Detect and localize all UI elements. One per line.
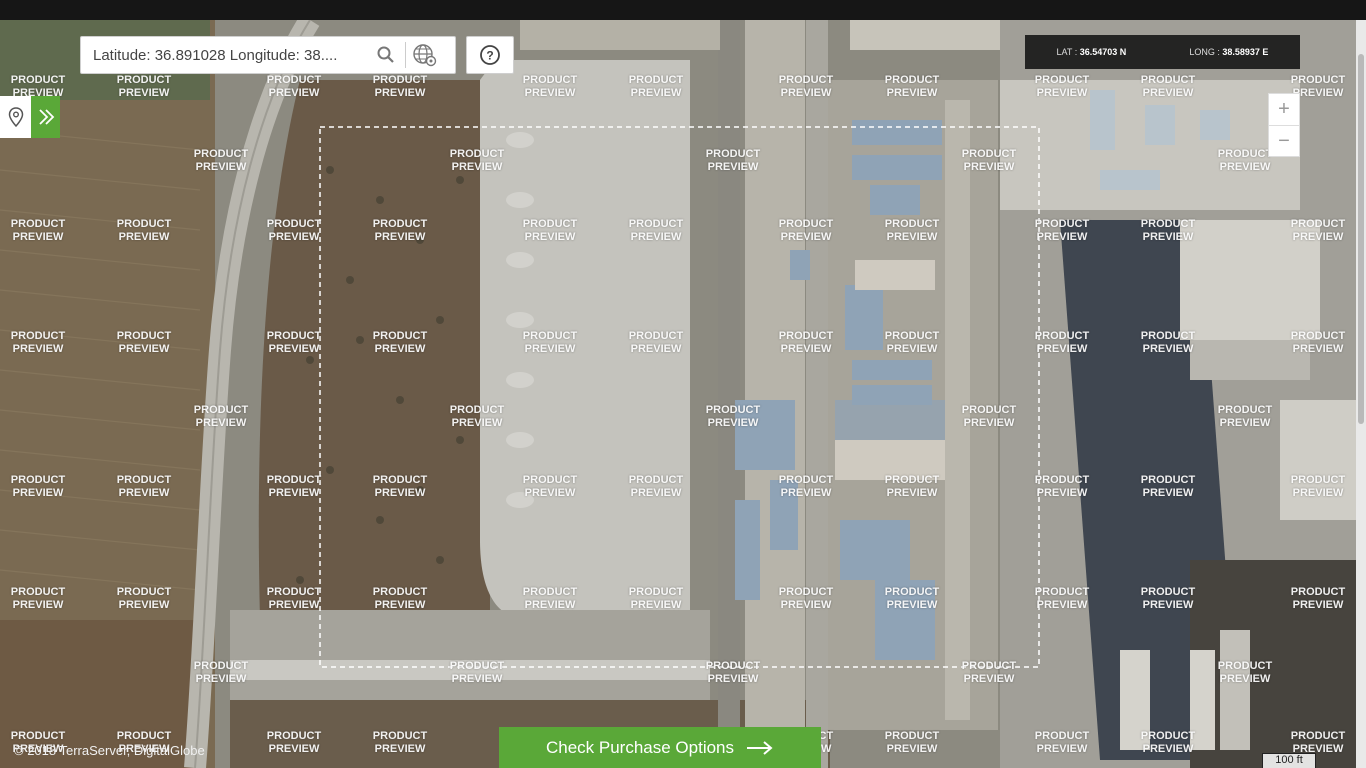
- arrow-right-icon: [747, 740, 773, 755]
- coordinate-search-box: [80, 36, 456, 74]
- sidebar-toggle[interactable]: [0, 96, 60, 138]
- search-icon[interactable]: [371, 40, 401, 70]
- zoom-control: + −: [1268, 93, 1300, 157]
- scrollbar-thumb[interactable]: [1358, 54, 1364, 424]
- lat-label: LAT :: [1056, 47, 1078, 57]
- purchase-button-label: Check Purchase Options: [545, 737, 735, 757]
- coordinate-search-input[interactable]: [91, 45, 371, 65]
- page-scrollbar[interactable]: [1356, 20, 1366, 768]
- long-value: 38.58937 E: [1222, 47, 1269, 57]
- cursor-coordinates: LAT : 36.54703 N LONG : 38.58937 E: [1025, 35, 1300, 69]
- svg-text:?: ?: [486, 49, 493, 63]
- top-bar: [0, 0, 1366, 20]
- zoom-in-button[interactable]: +: [1269, 94, 1299, 126]
- zoom-out-button[interactable]: −: [1269, 126, 1299, 157]
- help-button[interactable]: ?: [466, 36, 514, 74]
- latitude-readout: LAT : 36.54703 N: [1057, 47, 1127, 57]
- map-scale: 100 ft: [1262, 753, 1316, 768]
- double-chevron-right-icon[interactable]: [31, 96, 60, 138]
- long-label: LONG :: [1189, 47, 1220, 57]
- search-divider: [405, 42, 406, 68]
- lat-value: 36.54703 N: [1079, 47, 1127, 57]
- help-icon: ?: [480, 45, 500, 65]
- map-pin-icon[interactable]: [0, 96, 31, 138]
- satellite-imagery: [0, 20, 1356, 768]
- longitude-readout: LONG : 38.58937 E: [1189, 47, 1268, 57]
- satellite-map[interactable]: [0, 20, 1356, 768]
- globe-settings-icon[interactable]: [410, 40, 440, 70]
- check-purchase-options-button[interactable]: Check Purchase Options: [499, 727, 821, 768]
- imagery-copyright: © 2018 TerraServer, DigitalGlobe: [14, 743, 205, 758]
